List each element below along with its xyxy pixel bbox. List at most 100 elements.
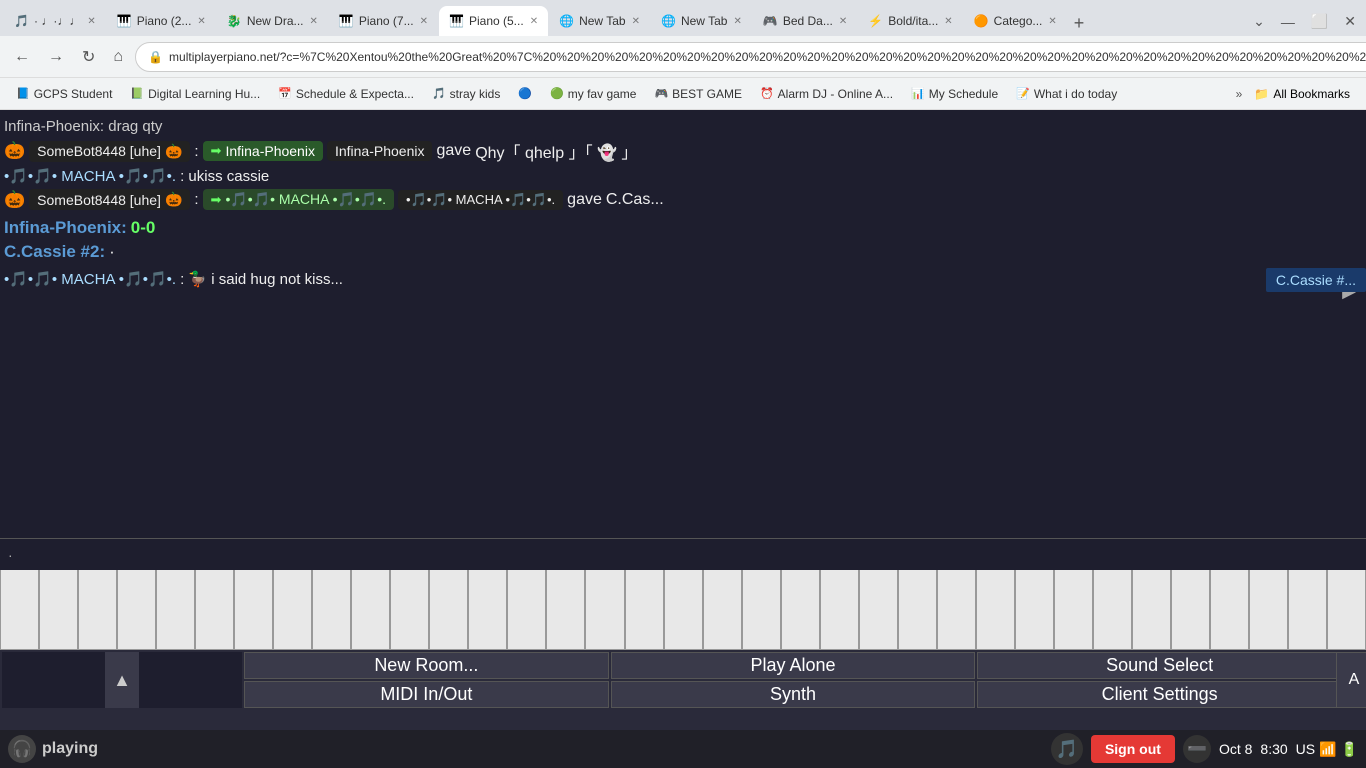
- tab-9[interactable]: ⚡ Bold/ita... ✕: [858, 6, 962, 36]
- tab-7[interactable]: 🌐 New Tab ✕: [651, 6, 752, 36]
- white-key-16[interactable]: [585, 570, 624, 650]
- client-settings-button[interactable]: Client Settings: [977, 681, 1342, 708]
- white-key-20[interactable]: [742, 570, 781, 650]
- minimize-button[interactable]: —: [1275, 12, 1301, 32]
- new-tab-button[interactable]: +: [1068, 13, 1091, 34]
- status-headphone-icon[interactable]: 🎵: [1051, 733, 1083, 765]
- white-key-7[interactable]: [234, 570, 273, 650]
- white-key-24[interactable]: [898, 570, 937, 650]
- white-key-30[interactable]: [1132, 570, 1171, 650]
- synth-button[interactable]: Synth: [611, 681, 976, 708]
- new-room-button[interactable]: New Room...: [244, 652, 609, 679]
- all-bookmarks-folder[interactable]: 📁 All Bookmarks: [1246, 85, 1358, 103]
- tab-2[interactable]: 🎹 Piano (2... ✕: [107, 6, 216, 36]
- bookmark-alarmDJ[interactable]: ⏰ Alarm DJ - Online A...: [752, 85, 901, 103]
- bot-sender-label-2: SomeBot8448 [uhe]: [37, 192, 161, 208]
- play-alone-button[interactable]: Play Alone: [611, 652, 976, 679]
- tab-close-8[interactable]: ✕: [839, 16, 847, 27]
- white-key-8[interactable]: [273, 570, 312, 650]
- back-button[interactable]: ←: [8, 44, 36, 70]
- battery-icon: 🔋: [1341, 741, 1358, 758]
- bookmark-schedule[interactable]: 📅 Schedule & Expecta...: [270, 85, 422, 103]
- bookmark-myschedule[interactable]: 📊 My Schedule: [903, 85, 1006, 103]
- white-key-32[interactable]: [1210, 570, 1249, 650]
- tab-5[interactable]: 🎹 Piano (5... ✕: [439, 6, 548, 36]
- tab-close-3[interactable]: ✕: [310, 16, 318, 27]
- tab-close-5[interactable]: ✕: [530, 16, 538, 27]
- bookmark-bestgame[interactable]: 🎮 BEST GAME: [646, 85, 750, 103]
- tab-10[interactable]: 🟠 Catego... ✕: [964, 6, 1067, 36]
- new-room-label: New Room...: [374, 655, 478, 676]
- minus-icon[interactable]: ➖: [1183, 735, 1211, 763]
- bookmark-whatido[interactable]: 📝 What i do today: [1008, 85, 1125, 103]
- bookmark-dlh[interactable]: 📗 Digital Learning Hu...: [122, 85, 268, 103]
- tab-close-7[interactable]: ✕: [733, 16, 741, 27]
- white-key-1[interactable]: [0, 570, 39, 650]
- white-key-22[interactable]: [820, 570, 859, 650]
- status-left: 🎧 playing: [8, 735, 1043, 763]
- tab-close-6[interactable]: ✕: [632, 16, 640, 27]
- tab-close-10[interactable]: ✕: [1048, 16, 1056, 27]
- tab-close-2[interactable]: ✕: [197, 16, 205, 27]
- forward-button[interactable]: →: [42, 44, 70, 70]
- restore-button[interactable]: ⬜: [1305, 11, 1334, 32]
- white-key-5[interactable]: [156, 570, 195, 650]
- status-region-icons: US 📶 🔋: [1296, 741, 1358, 758]
- tab-favicon-8: 🎮: [763, 14, 777, 28]
- white-key-11[interactable]: [390, 570, 429, 650]
- bookmark-4[interactable]: 🔵: [510, 85, 540, 102]
- headphones-icon[interactable]: 🎧: [8, 735, 36, 763]
- tab-close-9[interactable]: ✕: [944, 16, 952, 27]
- bookmarks-more-btn[interactable]: »: [1236, 87, 1243, 101]
- white-key-25[interactable]: [937, 570, 976, 650]
- bookmark-gcps[interactable]: 📘 GCPS Student: [8, 85, 120, 103]
- white-key-12[interactable]: [429, 570, 468, 650]
- white-key-27[interactable]: [1015, 570, 1054, 650]
- white-key-18[interactable]: [664, 570, 703, 650]
- white-key-17[interactable]: [625, 570, 664, 650]
- white-key-28[interactable]: [1054, 570, 1093, 650]
- white-key-6[interactable]: [195, 570, 234, 650]
- tab-4[interactable]: 🎹 Piano (7... ✕: [329, 6, 438, 36]
- refresh-button[interactable]: ↻: [76, 43, 101, 71]
- tab-close-4[interactable]: ✕: [420, 16, 428, 27]
- midi-button[interactable]: MIDI In/Out: [244, 681, 609, 708]
- volume-up-button[interactable]: ▲: [105, 652, 139, 708]
- white-key-14[interactable]: [507, 570, 546, 650]
- home-button[interactable]: ⌂: [107, 44, 129, 70]
- white-key-34[interactable]: [1288, 570, 1327, 650]
- tab-6[interactable]: 🌐 New Tab ✕: [549, 6, 650, 36]
- white-key-31[interactable]: [1171, 570, 1210, 650]
- white-key-26[interactable]: [976, 570, 1015, 650]
- url-bar[interactable]: 🔒 multiplayerpiano.net/?c=%7C%20Xentou%2…: [135, 42, 1366, 72]
- tab-close-1[interactable]: ✕: [87, 16, 95, 27]
- tab-8[interactable]: 🎮 Bed Da... ✕: [753, 6, 857, 36]
- sound-select-button[interactable]: Sound Select: [977, 652, 1342, 679]
- white-key-15[interactable]: [546, 570, 585, 650]
- white-key-4[interactable]: [117, 570, 156, 650]
- bookmark-straykids[interactable]: 🎵 stray kids: [424, 85, 508, 103]
- tab-3[interactable]: 🐉 New Dra... ✕: [217, 6, 328, 36]
- close-button[interactable]: ✕: [1338, 11, 1362, 32]
- white-key-21[interactable]: [781, 570, 820, 650]
- white-key-19[interactable]: [703, 570, 742, 650]
- white-key-2[interactable]: [39, 570, 78, 650]
- bookmarks-more: » 📁 All Bookmarks: [1236, 85, 1358, 103]
- white-key-33[interactable]: [1249, 570, 1288, 650]
- white-key-35[interactable]: [1327, 570, 1366, 650]
- white-key-9[interactable]: [312, 570, 351, 650]
- sound-select-label: Sound Select: [1106, 655, 1213, 676]
- white-key-3[interactable]: [78, 570, 117, 650]
- player-tag: C.Cassie #...: [1266, 268, 1366, 292]
- tab-1[interactable]: 🎵 · ♩·♩♩ ✕: [4, 6, 106, 36]
- signout-button[interactable]: Sign out: [1091, 735, 1175, 763]
- white-key-10[interactable]: [351, 570, 390, 650]
- tab-search-button[interactable]: ⌄: [1247, 11, 1271, 32]
- tab-title-4: Piano (7...: [359, 14, 414, 28]
- bookmark-4-icon: 🔵: [518, 87, 532, 100]
- white-key-29[interactable]: [1093, 570, 1132, 650]
- bookmark-myfavgame[interactable]: 🟢 my fav game: [542, 85, 644, 103]
- extra-button[interactable]: A: [1336, 652, 1366, 708]
- white-key-13[interactable]: [468, 570, 507, 650]
- white-key-23[interactable]: [859, 570, 898, 650]
